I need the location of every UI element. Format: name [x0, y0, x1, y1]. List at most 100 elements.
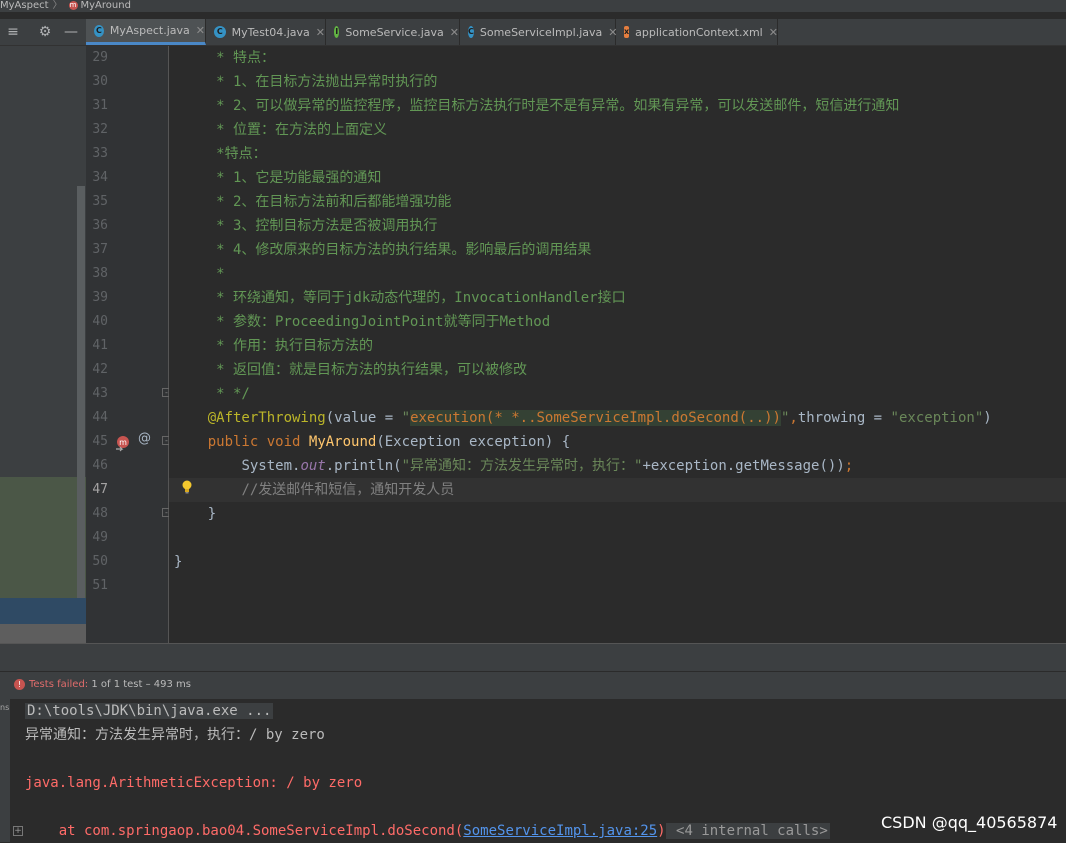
close-icon[interactable]: ✕: [316, 26, 325, 39]
method-name: MyAround: [308, 434, 377, 450]
source-link[interactable]: SomeServiceImpl.java:25: [463, 823, 657, 839]
keyword: public: [207, 434, 259, 450]
code-line-47: //发送邮件和短信，通知开发人员: [174, 478, 454, 502]
line-comment: //发送邮件和短信，通知开发人员: [241, 482, 455, 498]
project-scrollbar[interactable]: [77, 186, 85, 624]
expression: +exception.getMessage()): [642, 458, 845, 474]
paren: (: [325, 410, 335, 426]
editor-tabs: C MyAspect.java ✕ C MyTest04.java ✕ I So…: [86, 19, 1066, 46]
close-icon[interactable]: ✕: [196, 24, 205, 37]
editor-gutter[interactable]: 29 30 31 32 33 34 35 36 37 38 39 40 41 4…: [86, 46, 171, 643]
code-line-41: * 作用：执行目标方法的: [174, 338, 374, 354]
code-line-37: * 4、修改原来的目标方法的执行结果。影响最后的调用结果: [174, 242, 592, 258]
at-sign-icon[interactable]: @: [138, 431, 151, 446]
paren: ): [657, 823, 666, 839]
line-number: 38: [92, 266, 108, 281]
code-line-32: * 位置：在方法的上面定义: [174, 122, 388, 138]
identifier: System.: [241, 458, 301, 474]
code-editor[interactable]: * 特点： * 1、在目标方法抛出异常时执行的 * 2、可以做异常的监控程序，监…: [169, 46, 1066, 643]
line-number: 51: [92, 578, 108, 593]
annotation-param: throwing: [797, 410, 866, 426]
line-number-current: 47: [92, 482, 108, 497]
tests-failed-label: Tests failed:: [29, 679, 89, 690]
tab-label: SomeService.java: [345, 25, 444, 39]
hide-icon[interactable]: —: [61, 22, 81, 42]
console-command[interactable]: D:\tools\JDK\bin\java.exe ...: [25, 699, 274, 723]
annotation: @AfterThrowing: [207, 410, 326, 426]
tests-summary: 1 of 1 test – 493 ms: [88, 679, 192, 690]
run-status-bar: ! Tests failed: 1 of 1 test – 493 ms: [0, 671, 1066, 700]
class-icon: C: [214, 26, 226, 38]
operator: =: [376, 410, 402, 426]
tool-window-divider[interactable]: [0, 643, 1066, 672]
tab-applicationcontext[interactable]: x applicationContext.xml ✕: [616, 19, 778, 45]
pointcut-expression: execution(* *..SomeServiceImpl.doSecond(…: [410, 410, 781, 426]
breadcrumb-class[interactable]: MyAspect: [0, 0, 49, 11]
line-number: 49: [92, 530, 108, 545]
string-literal: "exception": [890, 410, 984, 426]
code-line-39: * 环绕通知，等同于jdk动态代理的，InvocationHandler接口: [174, 290, 626, 306]
tab-mytest04[interactable]: C MyTest04.java ✕: [206, 19, 326, 45]
tab-someserviceimpl[interactable]: C SomeServiceImpl.java ✕: [460, 19, 618, 45]
line-number: 50: [92, 554, 108, 569]
paren: ): [983, 410, 992, 426]
console-exception: java.lang.ArithmeticException: / by zero: [25, 775, 363, 791]
line-number: 34: [92, 170, 108, 185]
expand-icon[interactable]: +: [13, 826, 23, 836]
code-line-42: * 返回值：就是目标方法的执行结果，可以被修改: [174, 362, 527, 378]
lightbulb-icon[interactable]: [181, 480, 193, 494]
advice-navigation-icon[interactable]: m: [114, 434, 134, 452]
line-number: 29: [92, 50, 108, 65]
watermark: CSDN @qq_40565874: [881, 813, 1058, 832]
project-row[interactable]: [0, 624, 86, 644]
breadcrumb: MyAspect 〉 m MyAround: [0, 0, 1066, 12]
line-number: 46: [92, 458, 108, 473]
gear-icon[interactable]: ⚙: [35, 22, 55, 42]
tab-label: applicationContext.xml: [635, 25, 763, 39]
project-toolbar: ≡ ⚙ —: [0, 19, 86, 46]
line-number: 33: [92, 146, 108, 161]
interface-icon: I: [334, 26, 340, 38]
line-number: 37: [92, 242, 108, 257]
command-text[interactable]: D:\tools\JDK\bin\java.exe ...: [25, 703, 274, 719]
close-icon[interactable]: ✕: [450, 26, 459, 39]
code-line-31: * 2、可以做异常的监控程序，监控目标方法执行时是不是有异常。如果有异常，可以发…: [174, 98, 900, 114]
line-number: 45: [92, 434, 108, 449]
code-line-40: * 参数：ProceedingJointPoint就等同于Method: [174, 314, 551, 330]
console-side-panel[interactable]: ns +: [0, 699, 23, 842]
line-number: 42: [92, 362, 108, 377]
code-line-35: * 2、在目标方法前和后都能增强功能: [174, 194, 452, 210]
comma: ,: [789, 410, 798, 426]
tab-label: MyTest04.java: [231, 25, 310, 39]
annotation-param: value: [334, 410, 377, 426]
console-side-label: ns: [0, 703, 10, 712]
breadcrumb-method[interactable]: MyAround: [81, 0, 131, 11]
tab-myaspect[interactable]: C MyAspect.java ✕: [86, 19, 206, 45]
semicolon: ;: [844, 458, 854, 474]
project-highlight-row[interactable]: [0, 598, 86, 624]
console-output: 异常通知：方法发生异常时，执行：/ by zero: [25, 727, 325, 743]
layout-icon[interactable]: ≡: [3, 22, 23, 42]
line-number: 39: [92, 290, 108, 305]
class-icon: C: [468, 26, 474, 38]
line-number: 43: [92, 386, 108, 401]
internal-calls-toggle[interactable]: <4 internal calls>: [665, 823, 830, 839]
stack-frame: at com.springaop.bao04.SomeServiceImpl.d…: [25, 823, 464, 839]
close-icon[interactable]: ✕: [769, 26, 778, 39]
line-number: 32: [92, 122, 108, 137]
class-icon: C: [94, 24, 104, 37]
console-stack-line: at com.springaop.bao04.SomeServiceImpl.d…: [25, 819, 830, 843]
string-quote: ": [401, 410, 411, 426]
breadcrumb-separator: 〉: [52, 0, 63, 11]
project-panel[interactable]: [0, 46, 86, 644]
code-line-46: System.out.println("异常通知：方法发生异常时，执行："+ex…: [174, 454, 853, 478]
tab-someservice[interactable]: I SomeService.java ✕: [326, 19, 460, 45]
line-number: 41: [92, 338, 108, 353]
line-number: 36: [92, 218, 108, 233]
line-number: 30: [92, 74, 108, 89]
static-field: out: [300, 458, 326, 474]
xml-file-icon: x: [624, 26, 630, 38]
